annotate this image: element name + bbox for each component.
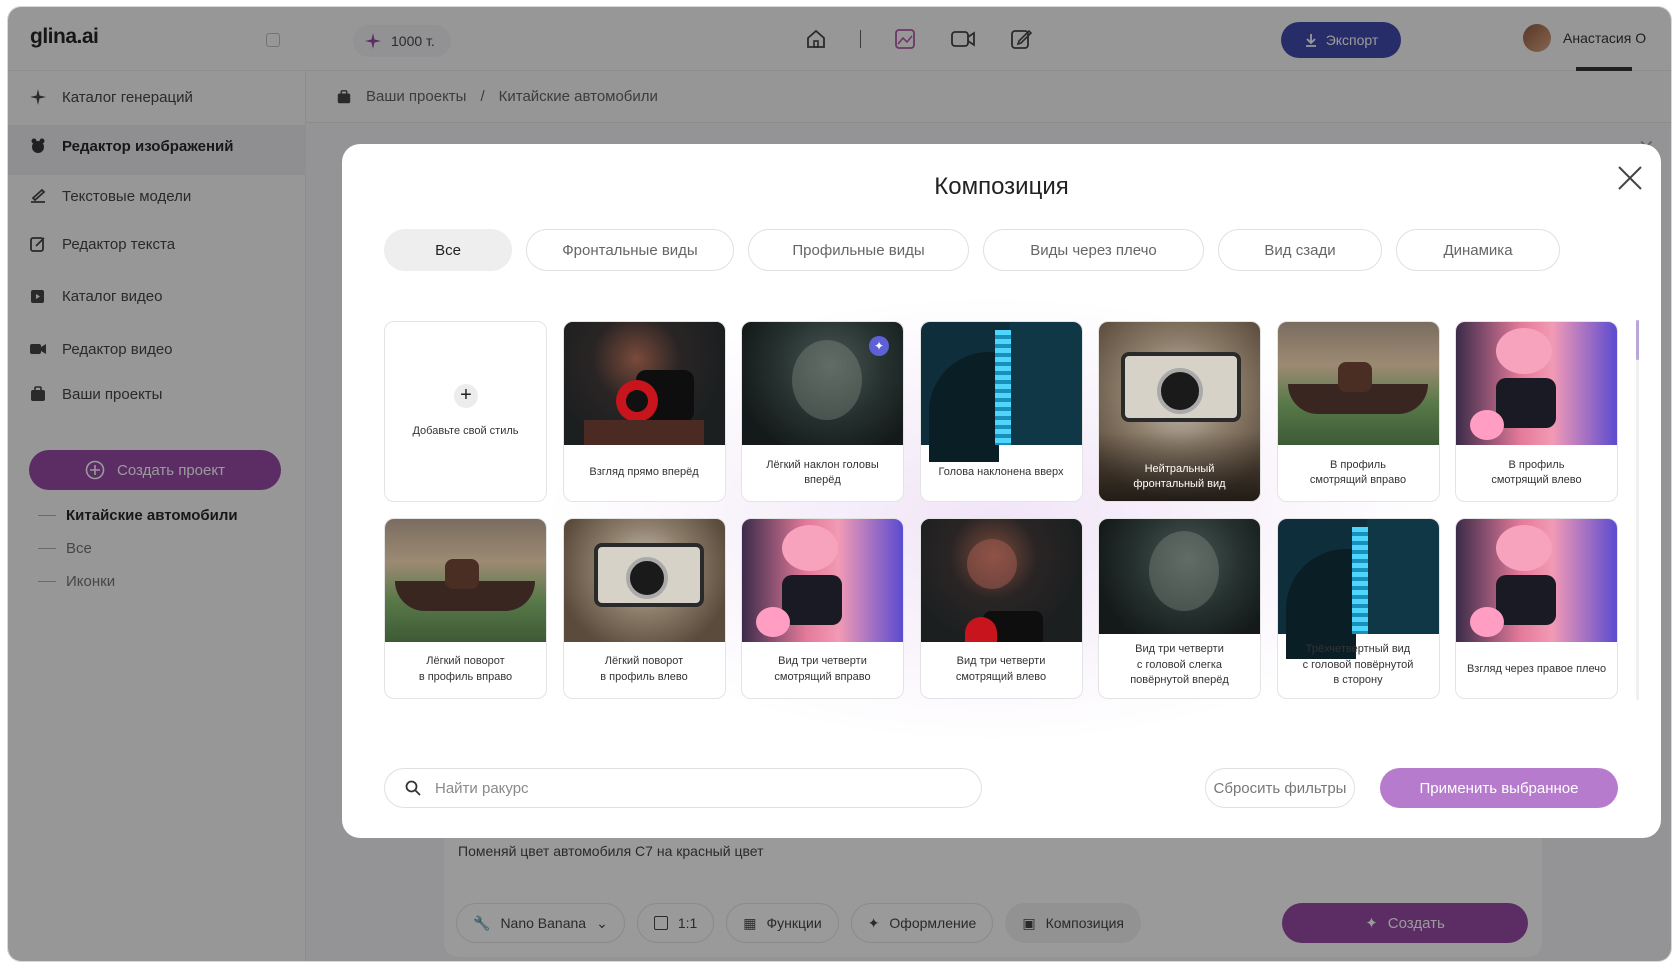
add-style-card[interactable]: + Добавьте свой стиль xyxy=(384,321,547,502)
composition-card[interactable]: Вид три четверти смотрящий влево xyxy=(919,517,1083,699)
composition-modal: Композиция Все Фронтальные виды Профильн… xyxy=(342,144,1661,838)
composition-card-hovered[interactable]: Нейтральный фронтальный вид xyxy=(1098,321,1261,502)
filter-profile[interactable]: Профильные виды xyxy=(748,229,969,271)
card-thumbnail xyxy=(563,322,725,445)
reset-filters-button[interactable]: Сбросить фильтры xyxy=(1205,768,1355,808)
composition-card[interactable]: Лёгкий поворот в профиль влево xyxy=(562,517,726,699)
card-thumbnail xyxy=(1456,322,1617,445)
card-label: Лёгкий наклон головы вперёд xyxy=(766,458,879,486)
card-thumbnail xyxy=(1099,518,1260,634)
scrollbar-thumb[interactable] xyxy=(1636,320,1639,360)
premium-badge-icon: ✦ xyxy=(869,336,889,356)
composition-card[interactable]: Вид три четверти с головой слегка повёрн… xyxy=(1098,517,1261,699)
apply-selected-button[interactable]: Применить выбранное xyxy=(1380,768,1618,808)
card-label: Нейтральный фронтальный вид xyxy=(1133,462,1226,490)
composition-card[interactable]: Взгляд прямо вперёд xyxy=(562,321,726,502)
app-window: glina.ai 1000 т. Экспорт Анастасия О Кат… xyxy=(7,6,1672,962)
card-thumbnail xyxy=(920,518,1082,642)
card-thumbnail xyxy=(1456,518,1617,642)
filter-all[interactable]: Все xyxy=(384,229,512,271)
card-thumbnail xyxy=(920,322,1082,462)
card-label: Взгляд прямо вперёд xyxy=(589,466,699,479)
search-icon xyxy=(405,780,421,796)
card-label: Трёхчетвертный вид с головой повёрнутой … xyxy=(1302,643,1414,687)
card-label: В профиль смотрящий влево xyxy=(1491,458,1582,486)
card-label: Вид три четверти смотрящий влево xyxy=(955,655,1047,683)
close-icon[interactable] xyxy=(1614,162,1646,194)
card-label: Добавьте свой стиль xyxy=(412,425,519,438)
composition-card[interactable]: ✦ Лёгкий наклон головы вперёд xyxy=(741,321,904,502)
composition-card[interactable]: Взгляд через правое плечо xyxy=(1455,517,1618,699)
card-thumbnail xyxy=(385,518,546,642)
composition-card[interactable]: Вид три четверти смотрящий вправо xyxy=(741,517,904,699)
card-label: Голова наклонена вверх xyxy=(938,466,1064,479)
card-label: Лёгкий поворот в профиль влево xyxy=(600,655,688,683)
composition-card[interactable]: Лёгкий поворот в профиль вправо xyxy=(384,517,547,699)
plus-icon: + xyxy=(454,384,478,408)
filter-over-shoulder[interactable]: Виды через плечо xyxy=(983,229,1204,271)
composition-grid: + Добавьте свой стиль Взгляд прямо вперё… xyxy=(384,321,1618,699)
search-input[interactable] xyxy=(435,779,935,797)
composition-card[interactable]: В профиль смотрящий вправо xyxy=(1276,321,1440,502)
card-label: Лёгкий поворот в профиль вправо xyxy=(418,655,513,683)
composition-card[interactable]: Голова наклонена вверх xyxy=(919,321,1083,502)
filter-dynamic[interactable]: Динамика xyxy=(1396,229,1560,271)
scrollbar[interactable] xyxy=(1636,320,1639,700)
search-field xyxy=(384,768,982,808)
composition-card[interactable]: Трёхчетвертный вид с головой повёрнутой … xyxy=(1276,517,1440,699)
card-label: Вид три четверти смотрящий вправо xyxy=(774,655,871,683)
filter-back[interactable]: Вид сзади xyxy=(1218,229,1382,271)
card-thumbnail xyxy=(742,518,903,642)
card-thumbnail xyxy=(1277,322,1439,445)
filter-frontal[interactable]: Фронтальные виды xyxy=(526,229,734,271)
card-thumbnail xyxy=(563,518,725,642)
card-label: Вид три четверти с головой слегка повёрн… xyxy=(1130,643,1229,687)
card-thumbnail xyxy=(1277,518,1439,659)
modal-title: Композиция xyxy=(934,173,1069,200)
card-label: Взгляд через правое плечо xyxy=(1466,662,1607,675)
filter-tabs: Все Фронтальные виды Профильные виды Вид… xyxy=(384,229,1560,271)
composition-card[interactable]: В профиль смотрящий влево xyxy=(1455,321,1618,502)
card-label: В профиль смотрящий вправо xyxy=(1309,458,1407,486)
